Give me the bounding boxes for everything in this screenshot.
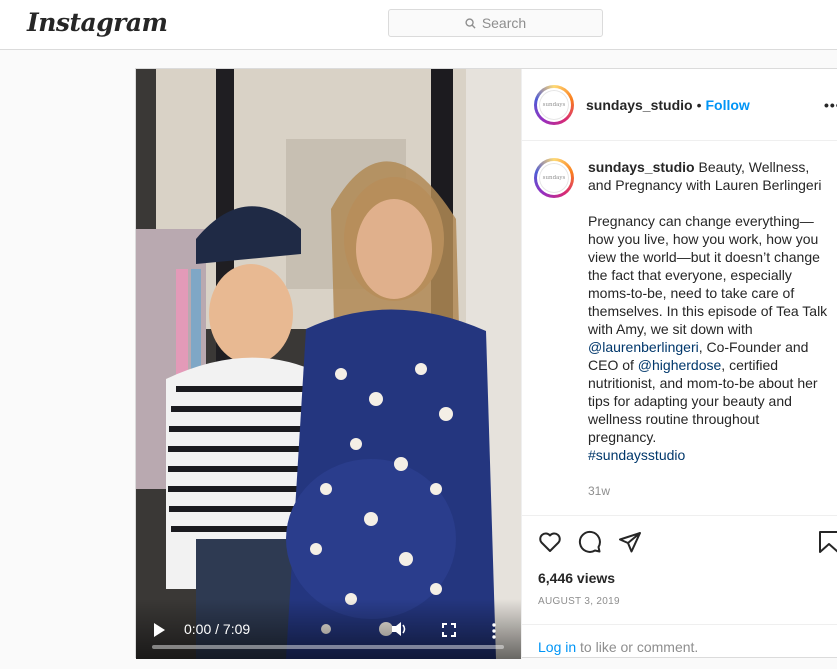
more-options-icon[interactable]: ••• <box>824 97 837 113</box>
post-card: 0:00 / 7:09 sundays sundays_studio • Fol… <box>135 68 837 659</box>
mention-link[interactable]: @laurenberlingeri <box>588 339 699 355</box>
separator-dot: • <box>696 96 702 113</box>
caption-body: Pregnancy can change everything—how you … <box>588 212 828 464</box>
share-icon[interactable] <box>618 530 642 554</box>
mention-link[interactable]: @higherdose <box>638 357 722 373</box>
search-icon <box>465 17 476 29</box>
avatar[interactable]: sundays <box>534 84 574 125</box>
login-prompt: Log in to like or comment. <box>522 624 837 669</box>
video-time: 0:00 / 7:09 <box>184 621 251 637</box>
search-input[interactable]: Search <box>388 9 603 37</box>
fullscreen-icon[interactable] <box>442 623 456 637</box>
post-sidebar: sundays sundays_studio • Follow ••• sund… <box>521 69 837 659</box>
hashtag-link[interactable]: #sundaysstudio <box>588 447 685 463</box>
volume-icon[interactable] <box>391 621 409 637</box>
search-placeholder: Search <box>481 15 527 31</box>
post-actions: 6,446 views AUGUST 3, 2019 Log in to lik… <box>522 515 837 660</box>
video-options-icon[interactable] <box>492 623 496 639</box>
caption-text: sundays_studio Beauty, Wellness, and Pre… <box>588 158 828 500</box>
post-age[interactable]: 31w <box>588 482 828 500</box>
follow-button[interactable]: Follow <box>706 97 750 113</box>
post-caption: sundays sundays_studio Beauty, Wellness,… <box>522 142 837 500</box>
comment-icon[interactable] <box>578 530 602 554</box>
caption-username[interactable]: sundays_studio <box>588 159 695 175</box>
caption-avatar[interactable]: sundays <box>534 158 574 198</box>
instagram-logo[interactable]: Instagram <box>27 8 168 37</box>
login-prompt-text: to like or comment. <box>576 639 699 655</box>
video-player[interactable]: 0:00 / 7:09 <box>136 69 521 659</box>
play-icon[interactable] <box>154 623 165 637</box>
video-frame-image <box>136 69 521 659</box>
bookmark-icon[interactable] <box>818 530 837 554</box>
post-header: sundays sundays_studio • Follow ••• <box>522 69 837 141</box>
username-link[interactable]: sundays_studio <box>586 97 693 113</box>
login-link[interactable]: Log in <box>538 639 576 655</box>
top-nav-bar: Instagram Search <box>0 0 837 50</box>
video-progress-bar[interactable] <box>152 645 504 649</box>
video-controls: 0:00 / 7:09 <box>136 599 521 659</box>
action-icons <box>538 530 642 554</box>
heart-icon[interactable] <box>538 530 562 554</box>
view-count[interactable]: 6,446 views <box>538 570 615 586</box>
post-date[interactable]: AUGUST 3, 2019 <box>538 596 620 607</box>
caption-body-part: Pregnancy can change everything—how you … <box>588 213 828 337</box>
